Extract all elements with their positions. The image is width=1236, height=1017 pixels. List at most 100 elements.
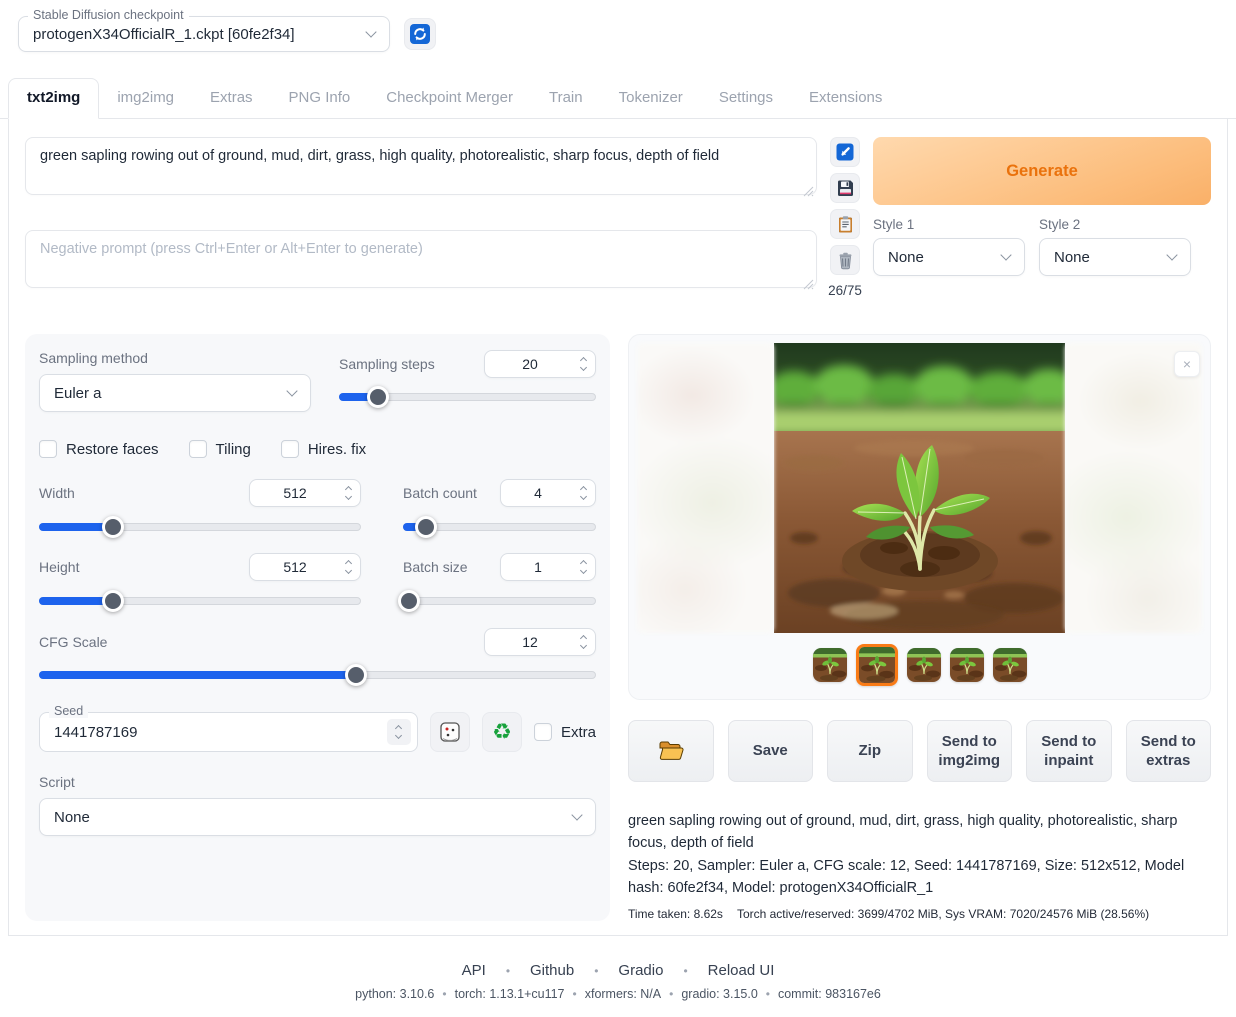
chevron-down-icon: [1000, 249, 1011, 260]
chevron-down-icon: [365, 26, 376, 37]
style2-dropdown[interactable]: None: [1039, 238, 1191, 276]
gallery-side-blur: [1065, 343, 1202, 633]
open-folder-button[interactable]: [628, 720, 714, 782]
close-icon: ×: [1183, 356, 1191, 372]
version-info: python: 3.10.6•torch: 1.13.1+cu117•xform…: [0, 987, 1236, 1001]
seed-input[interactable]: 1441787169: [39, 712, 418, 752]
checkbox-box[interactable]: [39, 440, 57, 458]
recycle-icon: ♻: [492, 721, 512, 743]
stepper-arrows[interactable]: [575, 358, 595, 370]
resize-grip-icon[interactable]: [803, 279, 814, 290]
gallery-side-blur: [637, 343, 774, 633]
token-counter: 26/75: [828, 283, 862, 298]
batch-count-slider[interactable]: [403, 516, 596, 538]
close-gallery-button[interactable]: ×: [1174, 351, 1200, 377]
tab-settings[interactable]: Settings: [701, 79, 791, 118]
generate-button[interactable]: Generate: [873, 137, 1211, 205]
style1-dropdown[interactable]: None: [873, 238, 1025, 276]
chevron-down-icon: [1166, 249, 1177, 260]
generated-image[interactable]: [774, 343, 1065, 633]
batch-count-label: Batch count: [403, 485, 477, 501]
footer-link-api[interactable]: API: [462, 962, 486, 979]
stepper-arrows[interactable]: [387, 719, 411, 745]
resize-grip-icon[interactable]: [803, 186, 814, 197]
cfg-scale-label: CFG Scale: [39, 634, 107, 650]
chevron-down-icon: [571, 809, 582, 820]
extra-seed-checkbox[interactable]: Extra: [534, 723, 596, 741]
footer-link-github[interactable]: Github: [530, 962, 574, 979]
cfg-scale-slider[interactable]: [39, 664, 596, 686]
apply-style-button[interactable]: [830, 209, 860, 239]
floppy-disk-icon: [836, 179, 855, 198]
performance-text: Time taken: 8.62sTorch active/reserved: …: [628, 907, 1201, 921]
batch-size-input[interactable]: 1: [500, 553, 596, 581]
tab-train[interactable]: Train: [531, 79, 601, 118]
tab-txt2img[interactable]: txt2img: [8, 78, 99, 119]
batch-count-input[interactable]: 4: [500, 479, 596, 507]
gallery-thumbnail[interactable]: [950, 648, 984, 682]
dice-icon: [439, 721, 461, 743]
gallery-thumbnail[interactable]: [856, 644, 898, 686]
batch-size-slider[interactable]: [403, 590, 596, 612]
clipboard-icon: [836, 215, 855, 234]
sampling-steps-label: Sampling steps: [339, 356, 435, 372]
width-input[interactable]: 512: [249, 479, 361, 507]
checkpoint-label: Stable Diffusion checkpoint: [28, 8, 189, 22]
txt2img-panel: green sapling rowing out of ground, mud,…: [8, 119, 1228, 936]
prompt-input[interactable]: green sapling rowing out of ground, mud,…: [25, 137, 817, 195]
height-label: Height: [39, 559, 79, 575]
sampling-method-dropdown[interactable]: Euler a: [39, 374, 311, 412]
footer-link-reload-ui[interactable]: Reload UI: [708, 962, 775, 979]
footer-link-gradio[interactable]: Gradio: [618, 962, 663, 979]
cfg-scale-input[interactable]: 12: [484, 628, 596, 656]
gallery-thumbnail[interactable]: [993, 648, 1027, 682]
height-input[interactable]: 512: [249, 553, 361, 581]
checkpoint-value: protogenX34OfficialR_1.ckpt [60fe2f34]: [33, 26, 295, 43]
sampling-steps-input[interactable]: 20: [484, 350, 596, 378]
gallery-thumbnail[interactable]: [907, 648, 941, 682]
zip-button[interactable]: Zip: [827, 720, 913, 782]
paste-params-button[interactable]: [830, 137, 860, 167]
refresh-checkpoints-button[interactable]: [404, 18, 436, 50]
save-style-button[interactable]: [830, 173, 860, 203]
tab-tokenizer[interactable]: Tokenizer: [601, 79, 701, 118]
tab-extensions[interactable]: Extensions: [791, 79, 900, 118]
checkpoint-selector: Stable Diffusion checkpoint protogenX34O…: [18, 16, 390, 52]
save-button[interactable]: Save: [728, 720, 814, 782]
checkbox-box[interactable]: [281, 440, 299, 458]
info-params-text: Steps: 20, Sampler: Euler a, CFG scale: …: [628, 855, 1201, 900]
send-to-img2img-button[interactable]: Send to img2img: [927, 720, 1013, 782]
clear-prompt-button[interactable]: [830, 245, 860, 275]
sampling-method-label: Sampling method: [39, 350, 311, 366]
checkbox-box[interactable]: [189, 440, 207, 458]
send-to-extras-button[interactable]: Send to extras: [1126, 720, 1212, 782]
hires-fix-checkbox[interactable]: Hires. fix: [281, 440, 366, 458]
gallery-thumbnails: [637, 643, 1202, 687]
tab-checkpoint-merger[interactable]: Checkpoint Merger: [368, 79, 531, 118]
random-seed-button[interactable]: [430, 712, 470, 752]
chevron-down-icon: [286, 385, 297, 396]
checkbox-box[interactable]: [534, 723, 552, 741]
script-label: Script: [39, 774, 596, 790]
tiling-checkbox[interactable]: Tiling: [189, 440, 251, 458]
negative-prompt-input[interactable]: [25, 230, 817, 288]
tab-png-info[interactable]: PNG Info: [271, 79, 369, 118]
output-gallery: ×: [628, 334, 1211, 700]
seed-label: Seed: [49, 704, 88, 718]
trash-icon: [836, 251, 855, 270]
restore-faces-checkbox[interactable]: Restore faces: [39, 440, 159, 458]
gallery-thumbnail[interactable]: [813, 648, 847, 682]
tab-extras[interactable]: Extras: [192, 79, 271, 118]
width-label: Width: [39, 485, 75, 501]
batch-size-label: Batch size: [403, 559, 468, 575]
send-to-inpaint-button[interactable]: Send to inpaint: [1026, 720, 1112, 782]
height-slider[interactable]: [39, 590, 361, 612]
header: Stable Diffusion checkpoint protogenX34O…: [0, 0, 1236, 52]
tab-img2img[interactable]: img2img: [99, 79, 192, 118]
script-dropdown[interactable]: None: [39, 798, 596, 836]
sampling-steps-slider[interactable]: [339, 386, 596, 408]
reuse-seed-button[interactable]: ♻: [482, 712, 522, 752]
main-tabs: txt2img img2img Extras PNG Info Checkpoi…: [0, 78, 1236, 119]
width-slider[interactable]: [39, 516, 361, 538]
style1-label: Style 1: [873, 217, 1025, 232]
